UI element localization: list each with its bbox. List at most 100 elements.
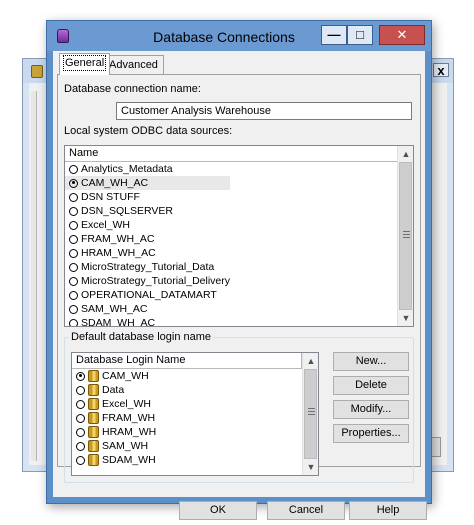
login-scroll-thumb[interactable] bbox=[304, 369, 317, 459]
login-label: SDAM_WH bbox=[102, 454, 156, 466]
database-login-icon bbox=[88, 398, 99, 410]
grip-icon bbox=[308, 408, 315, 409]
help-button[interactable]: Help bbox=[349, 501, 427, 520]
login-item[interactable]: FRAM_WH bbox=[72, 411, 156, 425]
odbc-source-label: MicroStrategy_Tutorial_Data bbox=[81, 261, 215, 273]
radio-icon[interactable] bbox=[69, 206, 78, 216]
connection-name-label: Database connection name: bbox=[64, 83, 201, 95]
odbc-rows: Analytics_Metadata CAM_WH_AC DSN STUFF DSN_… bbox=[65, 162, 230, 327]
grip-icon bbox=[403, 234, 410, 235]
login-scrollbar[interactable]: ▲ ▼ bbox=[302, 353, 318, 475]
odbc-source-label: Analytics_Metadata bbox=[81, 163, 173, 175]
radio-icon[interactable] bbox=[69, 178, 78, 188]
login-rows: CAM_WH Data Excel_WH FRAM_WH HRAM_WH SAM_WH SD… bbox=[72, 369, 156, 467]
radio-icon[interactable] bbox=[69, 262, 78, 272]
radio-icon[interactable] bbox=[69, 318, 78, 326]
login-item[interactable]: Excel_WH bbox=[72, 397, 156, 411]
login-label: HRAM_WH bbox=[102, 426, 157, 438]
odbc-sources-label: Local system ODBC data sources: bbox=[64, 125, 233, 137]
odbc-source-item[interactable]: DSN STUFF bbox=[65, 190, 230, 204]
odbc-source-label: MicroStrategy_Tutorial_Delivery bbox=[81, 275, 230, 287]
radio-icon[interactable] bbox=[69, 304, 78, 314]
radio-icon[interactable] bbox=[69, 290, 78, 300]
odbc-sources-list[interactable]: Name Analytics_Metadata CAM_WH_AC DSN STUF… bbox=[64, 145, 414, 327]
dialog-client-area: General Advanced Database connection nam… bbox=[53, 51, 427, 520]
general-tab-panel: Database connection name: Local system O… bbox=[57, 74, 421, 483]
odbc-source-item[interactable]: SDAM_WH_AC bbox=[65, 316, 230, 327]
login-item[interactable]: Data bbox=[72, 383, 156, 397]
radio-icon[interactable] bbox=[69, 234, 78, 244]
login-item[interactable]: SDAM_WH bbox=[72, 453, 156, 467]
ok-button[interactable]: OK bbox=[179, 501, 257, 520]
grip-icon bbox=[403, 237, 410, 238]
odbc-source-item[interactable]: Excel_WH bbox=[65, 218, 230, 232]
radio-icon[interactable] bbox=[69, 164, 78, 174]
properties-button[interactable]: Properties... bbox=[333, 424, 409, 443]
grip-icon bbox=[403, 231, 410, 232]
login-item[interactable]: CAM_WH bbox=[72, 369, 156, 383]
odbc-source-label: FRAM_WH_AC bbox=[81, 233, 155, 245]
scroll-up-icon[interactable]: ▲ bbox=[303, 353, 318, 369]
odbc-scroll-thumb[interactable] bbox=[399, 162, 412, 310]
radio-icon[interactable] bbox=[69, 220, 78, 230]
scroll-up-icon[interactable]: ▲ bbox=[398, 146, 413, 162]
odbc-source-label: OPERATIONAL_DATAMART bbox=[81, 289, 217, 301]
odbc-source-item[interactable]: CAM_WH_AC bbox=[65, 176, 230, 190]
odbc-source-item[interactable]: MicroStrategy_Tutorial_Data bbox=[65, 260, 230, 274]
database-login-icon bbox=[88, 454, 99, 466]
close-button[interactable]: ✕ bbox=[379, 25, 425, 45]
default-login-group-label: Default database login name bbox=[69, 331, 214, 343]
database-connections-dialog: Database Connections — □ ✕ General Advan… bbox=[46, 20, 432, 520]
login-item[interactable]: SAM_WH bbox=[72, 439, 156, 453]
login-item[interactable]: HRAM_WH bbox=[72, 425, 156, 439]
database-login-icon bbox=[88, 426, 99, 438]
maximize-button[interactable]: □ bbox=[347, 25, 373, 45]
login-label: CAM_WH bbox=[102, 370, 149, 382]
radio-icon[interactable] bbox=[76, 427, 85, 437]
odbc-source-label: SDAM_WH_AC bbox=[81, 317, 156, 327]
odbc-source-item[interactable]: HRAM_WH_AC bbox=[65, 246, 230, 260]
radio-icon[interactable] bbox=[76, 413, 85, 423]
radio-icon[interactable] bbox=[69, 276, 78, 286]
title-bar[interactable]: Database Connections — □ ✕ bbox=[47, 21, 431, 51]
cancel-button[interactable]: Cancel bbox=[267, 501, 345, 520]
odbc-name-column-header[interactable]: Name bbox=[65, 146, 399, 162]
new-login-button[interactable]: New... bbox=[333, 352, 409, 371]
radio-icon[interactable] bbox=[76, 385, 85, 395]
odbc-source-label: DSN STUFF bbox=[81, 191, 140, 203]
background-close-icon[interactable]: x bbox=[433, 63, 449, 78]
odbc-scrollbar[interactable]: ▲ ▼ bbox=[397, 146, 413, 326]
radio-icon[interactable] bbox=[69, 192, 78, 202]
login-list[interactable]: Database Login Name CAM_WH Data Excel_WH FR… bbox=[71, 352, 319, 476]
delete-login-button[interactable]: Delete bbox=[333, 376, 409, 395]
radio-icon[interactable] bbox=[76, 441, 85, 451]
radio-icon[interactable] bbox=[76, 371, 85, 381]
background-panel-edge bbox=[31, 91, 37, 461]
odbc-source-label: DSN_SQLSERVER bbox=[81, 205, 174, 217]
odbc-source-item[interactable]: FRAM_WH_AC bbox=[65, 232, 230, 246]
database-login-icon bbox=[88, 370, 99, 382]
login-label: SAM_WH bbox=[102, 440, 149, 452]
tab-general[interactable]: General bbox=[59, 53, 111, 75]
modify-login-button[interactable]: Modify... bbox=[333, 400, 409, 419]
grip-icon bbox=[308, 411, 315, 412]
radio-icon[interactable] bbox=[76, 455, 85, 465]
radio-icon[interactable] bbox=[76, 399, 85, 409]
odbc-source-item[interactable]: DSN_SQLSERVER bbox=[65, 204, 230, 218]
default-login-groupbox: Default database login name Database Log… bbox=[64, 331, 414, 483]
database-icon bbox=[31, 65, 43, 78]
odbc-source-item[interactable]: MicroStrategy_Tutorial_Delivery bbox=[65, 274, 230, 288]
login-label: FRAM_WH bbox=[102, 412, 156, 424]
login-name-column-header[interactable]: Database Login Name bbox=[72, 353, 302, 369]
odbc-source-item[interactable]: Analytics_Metadata bbox=[65, 162, 230, 176]
radio-icon[interactable] bbox=[69, 248, 78, 258]
connection-name-input[interactable] bbox=[116, 102, 412, 120]
tab-advanced[interactable]: Advanced bbox=[103, 55, 164, 75]
odbc-source-item[interactable]: SAM_WH_AC bbox=[65, 302, 230, 316]
minimize-button[interactable]: — bbox=[321, 25, 347, 45]
scroll-down-icon[interactable]: ▼ bbox=[398, 310, 413, 326]
window-title: Database Connections bbox=[153, 29, 295, 45]
database-login-icon bbox=[88, 440, 99, 452]
scroll-down-icon[interactable]: ▼ bbox=[303, 459, 318, 475]
odbc-source-item[interactable]: OPERATIONAL_DATAMART bbox=[65, 288, 230, 302]
